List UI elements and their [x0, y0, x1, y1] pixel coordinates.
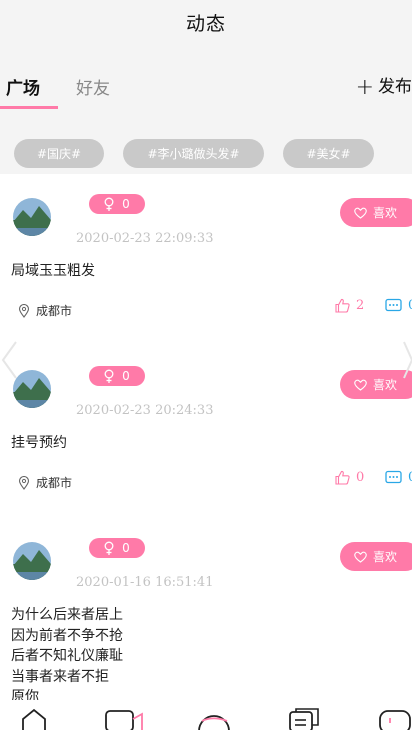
tab-bar: 广场 好友 + 发布 — [0, 44, 412, 112]
publish-button[interactable]: + 发布 — [356, 72, 412, 100]
like-label: 喜欢 — [373, 206, 398, 220]
avatar[interactable] — [13, 542, 51, 580]
comment-count-value: 0 — [408, 470, 412, 485]
profile-icon[interactable] — [377, 707, 412, 730]
chat-icon[interactable] — [288, 707, 320, 730]
post-card: 0 2020-02-23 20:24:33 喜欢 挂号预约 成都市 0 0 — [0, 346, 412, 518]
topic-tag[interactable]: #美女# — [283, 139, 374, 168]
gender-badge: 0 — [89, 538, 145, 558]
like-button[interactable]: 喜欢 — [340, 542, 412, 571]
comment-count[interactable]: 0 — [385, 470, 412, 485]
comment-count-value: 0 — [408, 298, 412, 313]
app-header: 动态 — [0, 0, 412, 44]
gender-count: 0 — [122, 197, 130, 211]
like-count[interactable]: 0 — [335, 470, 364, 485]
planet-icon[interactable] — [196, 707, 232, 730]
post-card: 0 2020-01-16 16:51:41 喜欢 为什么后来者居上 因为前者不争… — [0, 518, 412, 700]
avatar[interactable] — [13, 198, 51, 236]
post-location: 成都市 — [18, 474, 72, 491]
like-count-value: 2 — [356, 298, 365, 313]
chevron-right-icon[interactable] — [400, 338, 412, 382]
female-icon — [104, 197, 114, 211]
post-timestamp: 2020-02-23 22:09:33 — [76, 231, 214, 246]
bottom-nav — [0, 700, 412, 730]
topic-tag[interactable]: #国庆# — [14, 139, 104, 168]
post-location: 成都市 — [18, 302, 72, 319]
female-icon — [104, 369, 114, 383]
like-label: 喜欢 — [373, 550, 398, 564]
female-icon — [104, 541, 114, 555]
topic-tag[interactable]: #李小璐做头发# — [123, 139, 264, 168]
post-text: 挂号预约 — [11, 435, 67, 451]
post-text: 局域玉玉粗发 — [11, 263, 95, 279]
topic-tags: #国庆# #李小璐做头发# #美女# — [0, 112, 412, 174]
post-card: 0 2020-02-23 22:09:33 喜欢 局域玉玉粗发 成都市 2 0 — [0, 174, 412, 346]
location-pin-icon — [18, 475, 30, 490]
like-count-value: 0 — [356, 470, 365, 485]
tab-friends[interactable]: 好友 — [76, 74, 110, 99]
post-text: 为什么后来者居上 因为前者不争不抢 后者不知礼仪廉耻 当事者来者不拒 原你 — [11, 607, 123, 700]
comment-icon — [385, 298, 402, 312]
publish-label: 发布 — [378, 77, 412, 97]
chevron-left-icon[interactable] — [0, 338, 20, 382]
gender-count: 0 — [122, 541, 130, 555]
comment-count[interactable]: 0 — [385, 298, 412, 313]
thumbs-up-icon — [335, 470, 350, 485]
like-count[interactable]: 2 — [335, 298, 364, 313]
tab-plaza[interactable]: 广场 — [6, 74, 40, 99]
gender-badge: 0 — [89, 194, 145, 214]
page-title: 动态 — [185, 12, 226, 35]
plus-icon: + — [355, 75, 374, 100]
location-label: 成都市 — [36, 476, 73, 490]
home-icon[interactable] — [19, 707, 49, 730]
video-icon[interactable] — [104, 707, 144, 730]
heart-icon — [354, 551, 367, 563]
post-timestamp: 2020-02-23 20:24:33 — [76, 403, 214, 418]
heart-icon — [354, 379, 367, 391]
post-timestamp: 2020-01-16 16:51:41 — [76, 575, 214, 590]
gender-count: 0 — [122, 369, 130, 383]
tab-active-indicator — [0, 106, 58, 109]
heart-icon — [354, 207, 367, 219]
gender-badge: 0 — [89, 366, 145, 386]
like-label: 喜欢 — [373, 378, 398, 392]
location-label: 成都市 — [36, 304, 73, 318]
comment-icon — [385, 470, 402, 484]
like-button[interactable]: 喜欢 — [340, 198, 412, 227]
thumbs-up-icon — [335, 298, 350, 313]
location-pin-icon — [18, 303, 30, 318]
